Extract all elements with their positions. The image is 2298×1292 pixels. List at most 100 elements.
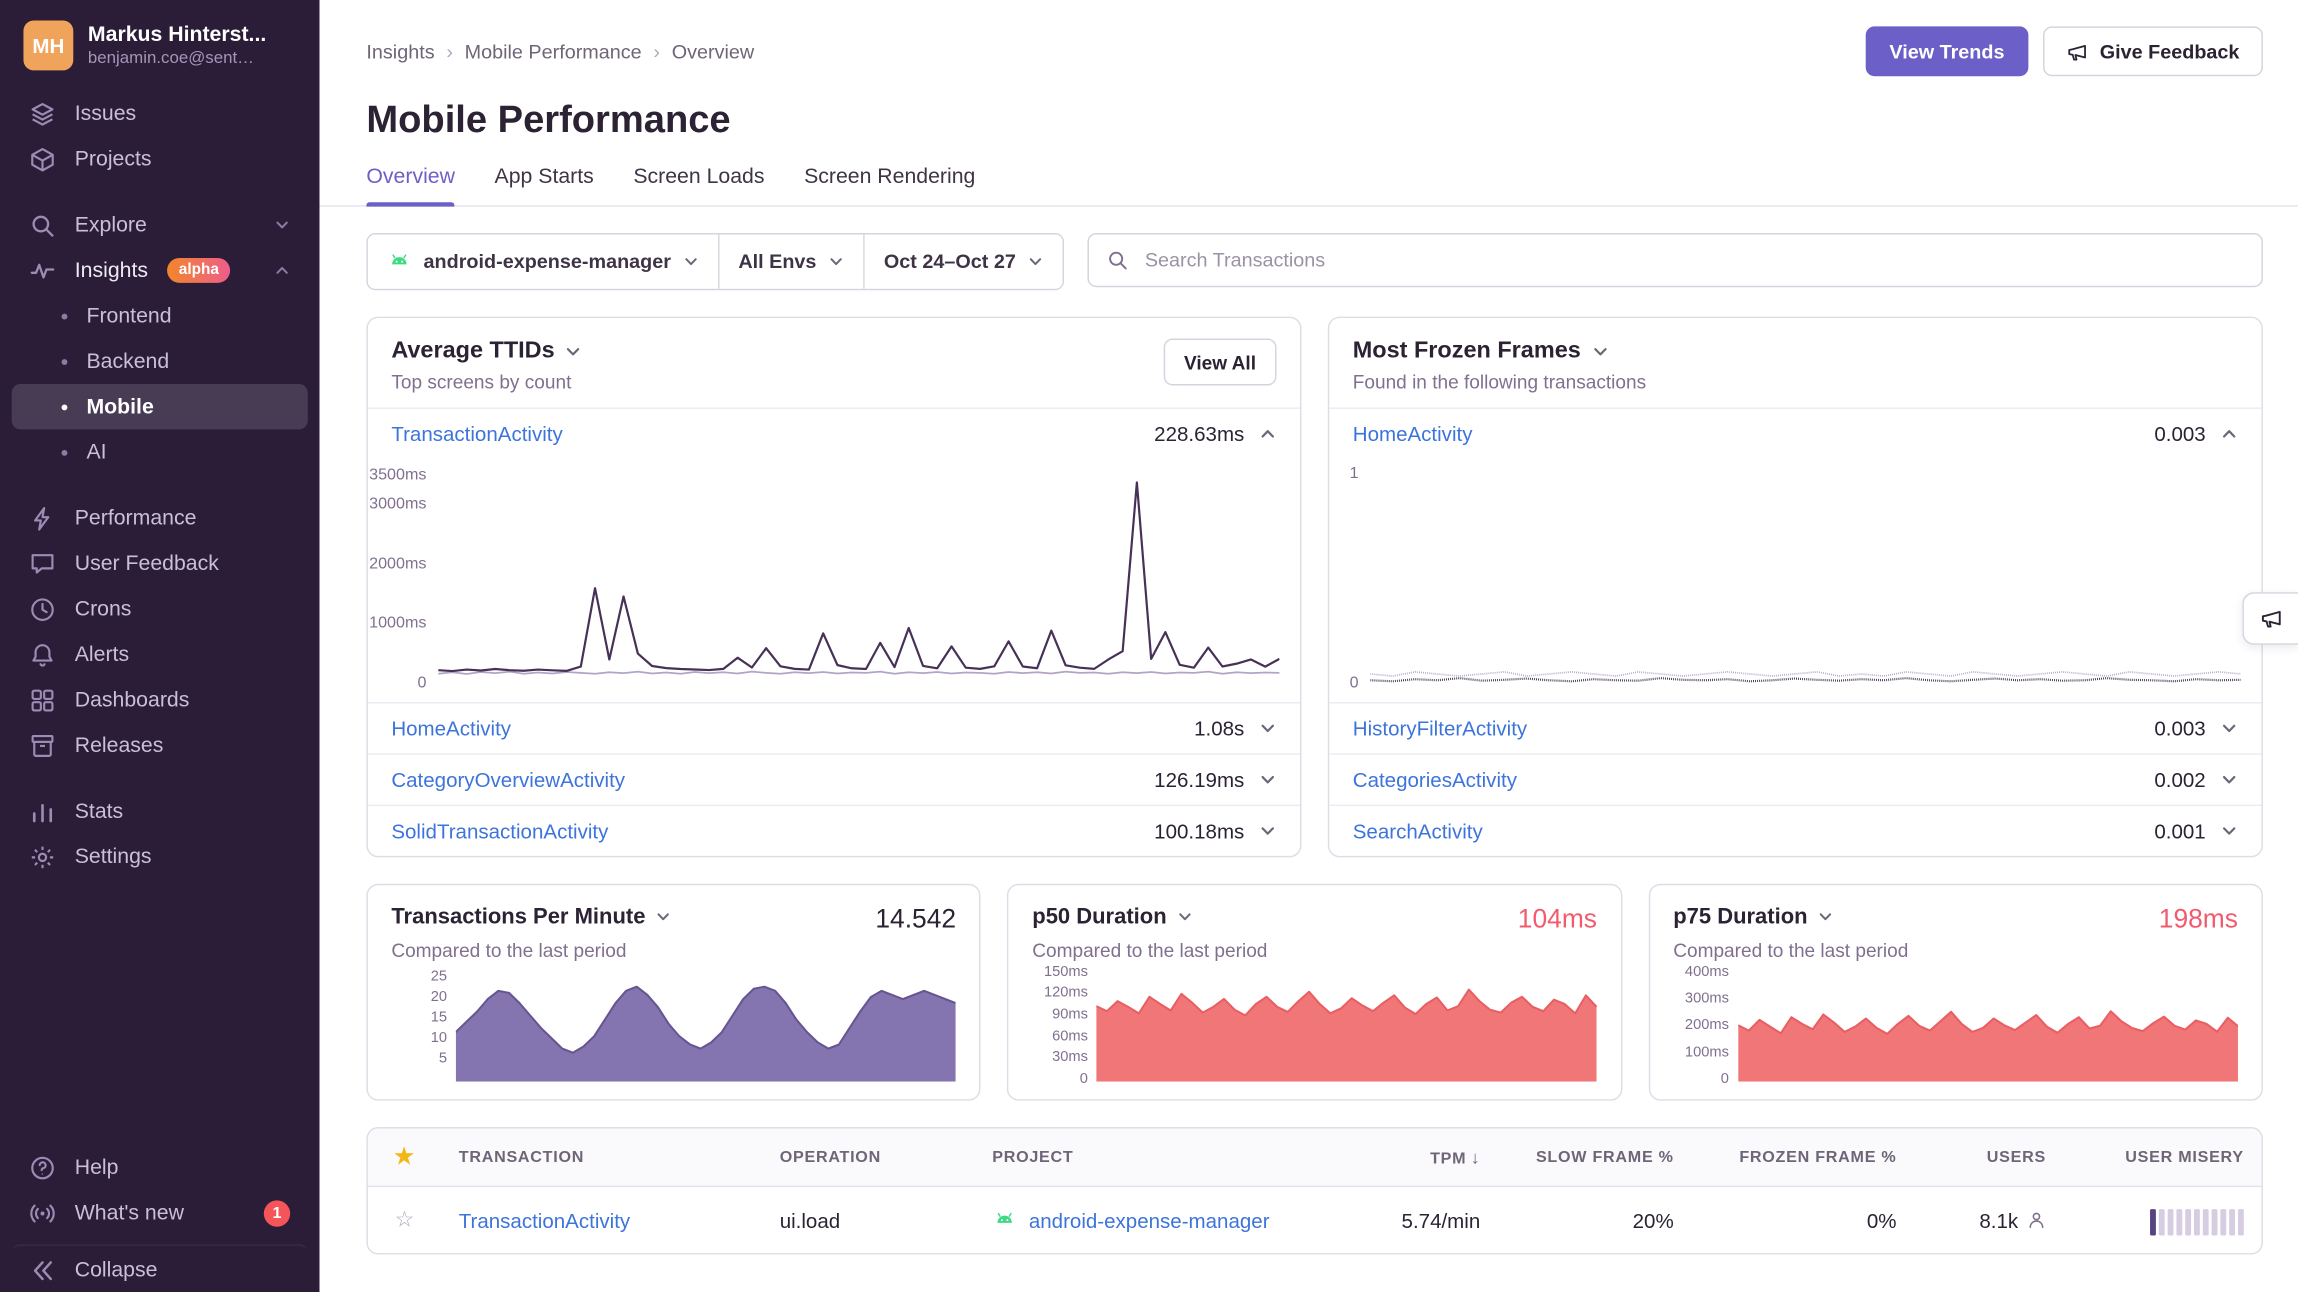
chevron-down-icon[interactable] bbox=[565, 343, 583, 361]
tab-screen-loads[interactable]: Screen Loads bbox=[633, 166, 764, 206]
give-feedback-button[interactable]: Give Feedback bbox=[2043, 26, 2263, 76]
sidebar-item-performance[interactable]: Performance bbox=[12, 495, 308, 540]
project-selector[interactable]: android-expense-manager bbox=[368, 234, 719, 288]
chevron-down-icon[interactable] bbox=[1177, 909, 1193, 925]
sidebar-item-frontend[interactable]: Frontend bbox=[12, 293, 308, 338]
tab-app-starts[interactable]: App Starts bbox=[495, 166, 594, 206]
star-filled-icon: ★ bbox=[394, 1146, 414, 1168]
metric-value: 0.003 bbox=[2154, 717, 2205, 740]
transactions-table: ★ TRANSACTION OPERATION PROJECT TPM↓ SLO… bbox=[366, 1127, 2262, 1255]
star-outline-icon[interactable]: ☆ bbox=[395, 1209, 415, 1231]
accordion-row-expanded: TransactionActivity 228.63ms 3500ms3000m… bbox=[368, 407, 1300, 702]
sidebar-collapse-button[interactable]: Collapse bbox=[12, 1244, 308, 1289]
card-title: Average TTIDs bbox=[391, 339, 554, 365]
sidebar-item-stats[interactable]: Stats bbox=[12, 788, 308, 833]
col-frozen-frame[interactable]: FROZEN FRAME % bbox=[1691, 1148, 1914, 1166]
transaction-link[interactable]: CategoryOverviewActivity bbox=[391, 768, 625, 791]
sidebar-item-mobile[interactable]: Mobile bbox=[12, 384, 308, 429]
page-title: Mobile Performance bbox=[366, 97, 2262, 142]
chevron-down-icon[interactable] bbox=[2220, 822, 2238, 840]
chevron-down-icon[interactable] bbox=[2220, 720, 2238, 738]
frozen-frames-chart: 10 bbox=[1329, 459, 2261, 702]
tab-overview[interactable]: Overview bbox=[366, 166, 455, 206]
col-transaction[interactable]: TRANSACTION bbox=[441, 1148, 762, 1166]
chevron-down-icon[interactable] bbox=[1591, 343, 1609, 361]
search-icon bbox=[1107, 249, 1129, 271]
breadcrumb-mobile-performance[interactable]: Mobile Performance bbox=[465, 40, 642, 62]
metric-big-value: 104ms bbox=[1518, 904, 1597, 935]
accordion-row: CategoryOverviewActivity 126.19ms bbox=[368, 753, 1300, 804]
sidebar-item-issues[interactable]: Issues bbox=[12, 91, 308, 136]
card-title: p75 Duration bbox=[1673, 904, 1807, 929]
user-email: benjamin.coe@sent… bbox=[88, 50, 266, 68]
notification-badge: 1 bbox=[264, 1200, 290, 1226]
person-icon bbox=[2027, 1211, 2046, 1230]
transaction-link[interactable]: SearchActivity bbox=[1353, 819, 1483, 842]
chevron-down-icon bbox=[683, 254, 699, 270]
sidebar-item-whats-new[interactable]: What's new 1 bbox=[12, 1190, 308, 1235]
metric-value: 0.001 bbox=[2154, 819, 2205, 842]
view-all-button[interactable]: View All bbox=[1163, 339, 1276, 386]
chevron-down-icon[interactable] bbox=[1259, 822, 1277, 840]
breadcrumb-insights[interactable]: Insights bbox=[366, 40, 434, 62]
breadcrumb: Insights › Mobile Performance › Overview bbox=[366, 40, 754, 62]
col-operation[interactable]: OPERATION bbox=[762, 1148, 975, 1166]
search-box bbox=[1088, 233, 2263, 287]
col-starred[interactable]: ★ bbox=[368, 1146, 441, 1168]
col-users[interactable]: USERS bbox=[1914, 1148, 2063, 1166]
chevron-down-icon[interactable] bbox=[1818, 909, 1834, 925]
accordion-row: CategoriesActivity 0.002 bbox=[1329, 753, 2261, 804]
transaction-link[interactable]: HomeActivity bbox=[391, 717, 511, 740]
search-input[interactable] bbox=[1142, 248, 2244, 273]
sidebar-item-releases[interactable]: Releases bbox=[12, 723, 308, 768]
environment-selector[interactable]: All Envs bbox=[719, 234, 865, 288]
sidebar-item-ai[interactable]: AI bbox=[12, 429, 308, 474]
frozen-frame-cell: 0% bbox=[1691, 1208, 1914, 1231]
user-menu[interactable]: MH Markus Hinterst... benjamin.coe@sent… bbox=[0, 0, 320, 85]
feedback-fab-button[interactable] bbox=[2242, 592, 2298, 645]
col-user-misery[interactable]: USER MISERY bbox=[2064, 1148, 2262, 1166]
sidebar-item-dashboards[interactable]: Dashboards bbox=[12, 677, 308, 722]
col-slow-frame[interactable]: SLOW FRAME % bbox=[1498, 1148, 1691, 1166]
sidebar-item-insights[interactable]: Insights alpha bbox=[12, 248, 308, 293]
line-chart bbox=[438, 465, 1279, 685]
alpha-badge: alpha bbox=[167, 258, 231, 282]
chevron-down-icon[interactable] bbox=[1259, 720, 1277, 738]
sidebar-item-user-feedback[interactable]: User Feedback bbox=[12, 541, 308, 586]
sidebar-item-help[interactable]: Help bbox=[12, 1145, 308, 1190]
sidebar-item-settings[interactable]: Settings bbox=[12, 834, 308, 879]
sidebar-item-alerts[interactable]: Alerts bbox=[12, 632, 308, 677]
col-tpm[interactable]: TPM↓ bbox=[1334, 1147, 1498, 1168]
transaction-link[interactable]: TransactionActivity bbox=[391, 422, 562, 445]
metric-big-value: 14.542 bbox=[875, 904, 956, 935]
user-misery-score-bar bbox=[2064, 1205, 2262, 1234]
chevron-down-icon bbox=[828, 254, 844, 270]
view-trends-button[interactable]: View Trends bbox=[1866, 26, 2028, 76]
chevron-up-icon[interactable] bbox=[2220, 425, 2238, 443]
chevron-down-icon[interactable] bbox=[2220, 771, 2238, 789]
tab-screen-rendering[interactable]: Screen Rendering bbox=[804, 166, 975, 206]
operation-cell: ui.load bbox=[762, 1208, 975, 1231]
archive-box-icon bbox=[29, 732, 55, 758]
date-range-selector[interactable]: Oct 24–Oct 27 bbox=[865, 234, 1063, 288]
sidebar-item-crons[interactable]: Crons bbox=[12, 586, 308, 631]
transaction-link[interactable]: TransactionActivity bbox=[459, 1208, 630, 1231]
chevron-down-icon[interactable] bbox=[656, 909, 672, 925]
sidebar-item-explore[interactable]: Explore bbox=[12, 202, 308, 247]
transaction-link[interactable]: HomeActivity bbox=[1353, 422, 1473, 445]
transaction-link[interactable]: HistoryFilterActivity bbox=[1353, 717, 1527, 740]
chevron-down-icon bbox=[274, 217, 290, 233]
chevron-down-icon[interactable] bbox=[1259, 771, 1277, 789]
sidebar-item-projects[interactable]: Projects bbox=[12, 136, 308, 181]
android-icon bbox=[992, 1208, 1017, 1233]
chevron-up-icon[interactable] bbox=[1259, 425, 1277, 443]
transaction-link[interactable]: SolidTransactionActivity bbox=[391, 819, 608, 842]
pulse-icon bbox=[29, 257, 55, 283]
grid-icon bbox=[29, 687, 55, 713]
project-link[interactable]: android-expense-manager bbox=[1029, 1208, 1270, 1231]
double-chevron-left-icon bbox=[29, 1257, 55, 1283]
transaction-link[interactable]: CategoriesActivity bbox=[1353, 768, 1517, 791]
sidebar-item-backend[interactable]: Backend bbox=[12, 339, 308, 384]
card-subtitle: Found in the following transactions bbox=[1353, 371, 1646, 393]
col-project[interactable]: PROJECT bbox=[975, 1148, 1334, 1166]
